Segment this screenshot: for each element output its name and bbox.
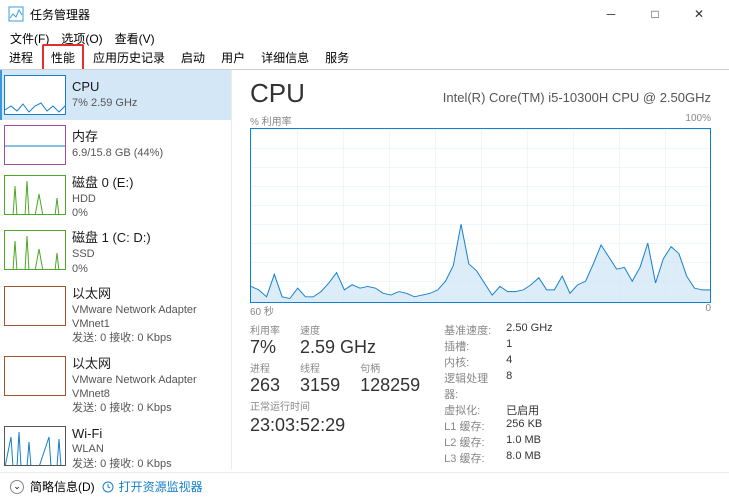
info-key: 插槽: bbox=[444, 338, 500, 354]
footer: ⌄ 简略信息(D) 打开资源监视器 bbox=[0, 472, 729, 500]
item-line1: SSD bbox=[72, 247, 151, 261]
stat-value: 2.59 GHz bbox=[300, 337, 376, 358]
cpu-info-table: 基准速度: 2.50 GHz 插槽: 1 内核: 4 逻辑处理器:8 虚拟化: 已启用 L1 缓存… bbox=[444, 322, 552, 466]
info-key: L2 缓存: bbox=[444, 434, 500, 450]
info-value: 8.0 MB bbox=[506, 450, 541, 466]
cpu-utilization-chart bbox=[250, 128, 711, 303]
item-line1: HDD bbox=[72, 192, 133, 206]
item-line1: VMware Network Adapter VMnet8 bbox=[72, 373, 223, 402]
uptime-value: 23:03:52:29 bbox=[250, 415, 420, 436]
tab-users[interactable]: 用户 bbox=[214, 46, 252, 69]
item-line2: 0% bbox=[72, 262, 151, 276]
menu-view[interactable]: 查看(V) bbox=[109, 30, 161, 47]
tab-services[interactable]: 服务 bbox=[318, 46, 356, 69]
item-title: 磁盘 0 (E:) bbox=[72, 175, 133, 192]
item-title: CPU bbox=[72, 79, 137, 96]
cpu-model: Intel(R) Core(TM) i5-10300H CPU @ 2.50GH… bbox=[443, 90, 711, 105]
menu-bar: 文件(F) 选项(O) 查看(V) bbox=[0, 28, 729, 48]
item-line1: WLAN bbox=[72, 442, 172, 456]
info-value: 2.50 GHz bbox=[506, 322, 552, 338]
item-title: 以太网 bbox=[72, 286, 223, 303]
item-title: 磁盘 1 (C: D:) bbox=[72, 230, 151, 247]
tab-processes[interactable]: 进程 bbox=[2, 46, 40, 69]
resource-monitor-icon bbox=[101, 480, 115, 494]
chevron-down-icon[interactable]: ⌄ bbox=[10, 480, 24, 494]
thumbnail-chart bbox=[4, 75, 66, 115]
info-value: 256 KB bbox=[506, 418, 542, 434]
item-title: Wi-Fi bbox=[72, 426, 172, 443]
info-value: 1.0 MB bbox=[506, 434, 541, 450]
tab-startup[interactable]: 启动 bbox=[174, 46, 212, 69]
sidebar-item-net-5[interactable]: 以太网VMware Network Adapter VMnet8发送: 0 接收… bbox=[0, 351, 231, 421]
sidebar: CPU7% 2.59 GHz内存6.9/15.8 GB (44%)磁盘 0 (E… bbox=[0, 70, 232, 470]
page-title: CPU bbox=[250, 78, 305, 109]
info-value: 1 bbox=[506, 338, 512, 354]
info-key: 内核: bbox=[444, 354, 500, 370]
tab-performance[interactable]: 性能 bbox=[42, 44, 84, 69]
chart-x-left: 60 秒 bbox=[250, 303, 274, 318]
stat-value: 128259 bbox=[360, 375, 420, 396]
stat-label: 句柄 bbox=[360, 360, 420, 375]
item-line2: 发送: 0 接收: 0 Kbps bbox=[72, 401, 223, 415]
open-resource-monitor-link[interactable]: 打开资源监视器 bbox=[101, 478, 203, 495]
item-line1: 6.9/15.8 GB (44%) bbox=[72, 146, 163, 160]
thumbnail-chart bbox=[4, 426, 66, 466]
maximize-button[interactable]: □ bbox=[633, 0, 677, 28]
thumbnail-chart bbox=[4, 230, 66, 270]
info-value: 4 bbox=[506, 354, 512, 370]
item-line2: 发送: 0 接收: 0 Kbps bbox=[72, 331, 223, 345]
thumbnail-chart bbox=[4, 125, 66, 165]
info-key: L3 缓存: bbox=[444, 450, 500, 466]
window-title: 任务管理器 bbox=[30, 6, 90, 23]
item-line1: VMware Network Adapter VMnet1 bbox=[72, 303, 223, 332]
info-key: L1 缓存: bbox=[444, 418, 500, 434]
tab-details[interactable]: 详细信息 bbox=[254, 46, 316, 69]
item-title: 内存 bbox=[72, 129, 163, 146]
item-title: 以太网 bbox=[72, 356, 223, 373]
chart-x-right: 0 bbox=[705, 303, 711, 318]
thumbnail-chart bbox=[4, 175, 66, 215]
info-key: 基准速度: bbox=[444, 322, 500, 338]
main-panel: CPU Intel(R) Core(TM) i5-10300H CPU @ 2.… bbox=[232, 70, 729, 470]
sidebar-item-mem-1[interactable]: 内存6.9/15.8 GB (44%) bbox=[0, 120, 231, 170]
sidebar-item-cpu-0[interactable]: CPU7% 2.59 GHz bbox=[0, 70, 231, 120]
title-bar: 任务管理器 ─ □ ✕ bbox=[0, 0, 729, 28]
info-key: 虚拟化: bbox=[444, 402, 500, 418]
info-value: 已启用 bbox=[506, 402, 539, 418]
stat-label: 线程 bbox=[300, 360, 340, 375]
item-line2: 0% bbox=[72, 206, 133, 220]
sidebar-item-disk-2[interactable]: 磁盘 0 (E:)HDD0% bbox=[0, 170, 231, 225]
thumbnail-chart bbox=[4, 286, 66, 326]
tab-strip: 进程 性能 应用历史记录 启动 用户 详细信息 服务 bbox=[0, 48, 729, 70]
tab-app-history[interactable]: 应用历史记录 bbox=[86, 46, 172, 69]
stat-label: 速度 bbox=[300, 322, 376, 337]
task-manager-icon bbox=[8, 6, 24, 22]
stat-label: 进程 bbox=[250, 360, 280, 375]
close-button[interactable]: ✕ bbox=[677, 0, 721, 28]
stat-label: 利用率 bbox=[250, 322, 280, 337]
stat-value: 3159 bbox=[300, 375, 340, 396]
sidebar-item-net-4[interactable]: 以太网VMware Network Adapter VMnet1发送: 0 接收… bbox=[0, 281, 231, 351]
uptime-label: 正常运行时间 bbox=[250, 398, 420, 413]
sidebar-item-disk-3[interactable]: 磁盘 1 (C: D:)SSD0% bbox=[0, 225, 231, 280]
fewer-details-button[interactable]: 简略信息(D) bbox=[30, 478, 95, 495]
thumbnail-chart bbox=[4, 356, 66, 396]
info-key: 逻辑处理器: bbox=[444, 370, 500, 402]
minimize-button[interactable]: ─ bbox=[589, 0, 633, 28]
item-line2: 发送: 0 接收: 0 Kbps bbox=[72, 457, 172, 470]
sidebar-item-wifi-6[interactable]: Wi-FiWLAN发送: 0 接收: 0 Kbps bbox=[0, 421, 231, 470]
info-value: 8 bbox=[506, 370, 512, 402]
item-line1: 7% 2.59 GHz bbox=[72, 96, 137, 110]
chart-y-label: % 利用率 bbox=[250, 113, 292, 128]
chart-y-max: 100% bbox=[685, 113, 711, 128]
stat-value: 7% bbox=[250, 337, 280, 358]
stat-value: 263 bbox=[250, 375, 280, 396]
